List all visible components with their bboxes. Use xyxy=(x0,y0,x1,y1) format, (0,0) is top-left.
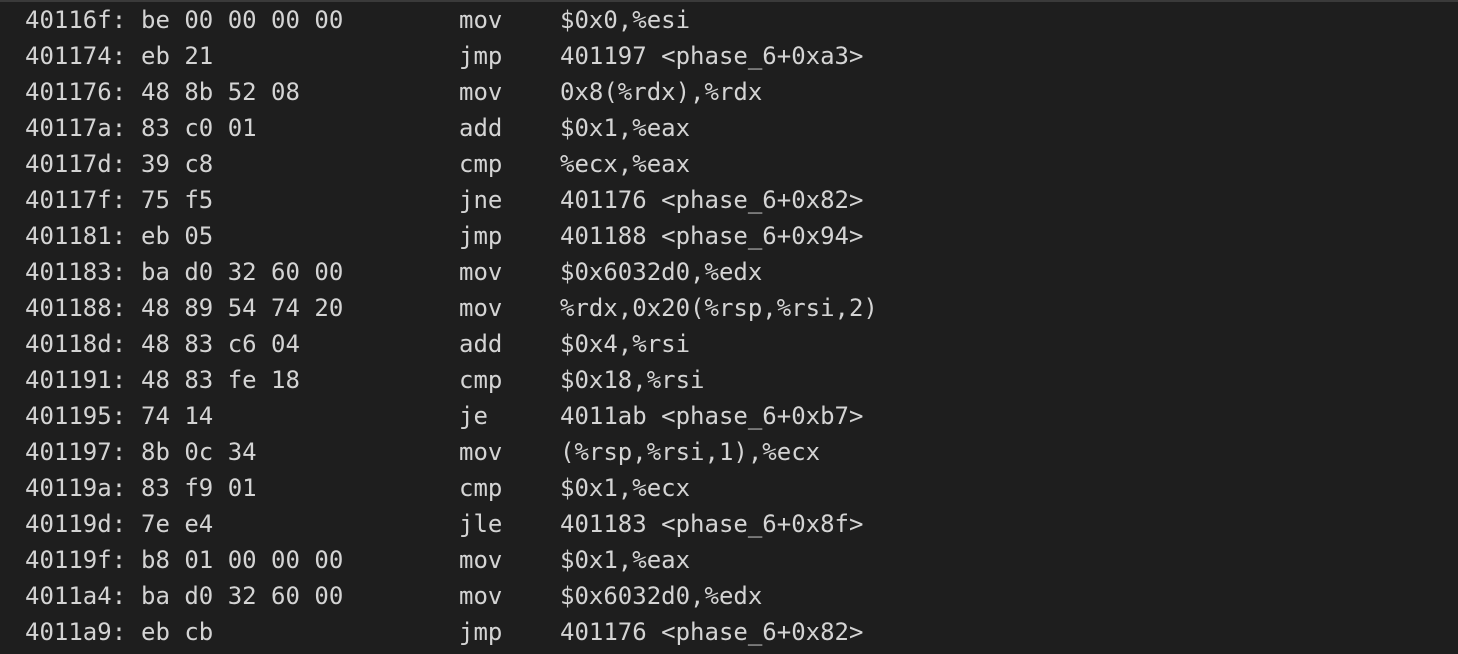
address-text: 401188: xyxy=(25,294,127,322)
operands-text: %rdx,0x20(%rsp,%rsi,2) xyxy=(560,294,878,322)
mnemonic-text: mov xyxy=(459,258,503,286)
address-text: 40117d: xyxy=(25,150,127,178)
mnemonic-text: jmp xyxy=(459,222,503,250)
address-text: 401176: xyxy=(25,78,127,106)
operands-text: $0x6032d0,%edx xyxy=(560,582,763,610)
address-text: 401181: xyxy=(25,222,127,250)
opcode-bytes-text: 48 8b 52 08 xyxy=(141,78,300,106)
disassembly-row[interactable]: 401183: ba d0 32 60 00 mov $0x6032d0,%edx xyxy=(0,254,1458,290)
disassembly-row[interactable]: 40117a: 83 c0 01 add $0x1,%eax xyxy=(0,110,1458,146)
disassembly-row[interactable]: 401188: 48 89 54 74 20 mov %rdx,0x20(%rsp,%… xyxy=(0,290,1458,326)
disassembly-row[interactable]: 40119a: 83 f9 01 cmp $0x1,%ecx xyxy=(0,470,1458,506)
operands-text: %ecx,%eax xyxy=(560,150,691,178)
disassembly-listing[interactable]: 40116f: be 00 00 00 00 mov $0x0,%esi 401174:… xyxy=(0,2,1458,650)
mnemonic-text: cmp xyxy=(459,474,503,502)
opcode-bytes-text: 7e e4 xyxy=(141,510,214,538)
address-text: 401174: xyxy=(25,42,127,70)
operands-text: 401188 <phase_6+0x94> xyxy=(560,222,864,250)
mnemonic-text: mov xyxy=(459,546,503,574)
operands-text: 4011ab <phase_6+0xb7> xyxy=(560,402,864,430)
operands-text: $0x18,%rsi xyxy=(560,366,705,394)
disassembly-row[interactable]: 401191: 48 83 fe 18 cmp $0x18,%rsi xyxy=(0,362,1458,398)
address-text: 401195: xyxy=(25,402,127,430)
opcode-bytes-text: 39 c8 xyxy=(141,150,214,178)
mnemonic-text: mov xyxy=(459,6,503,34)
operands-text: 401197 <phase_6+0xa3> xyxy=(560,42,864,70)
opcode-bytes-text: ba d0 32 60 00 xyxy=(141,582,344,610)
operands-text: (%rsp,%rsi,1),%ecx xyxy=(560,438,821,466)
opcode-bytes-text: 8b 0c 34 xyxy=(141,438,257,466)
disassembly-row[interactable]: 401176: 48 8b 52 08 mov 0x8(%rdx),%rdx xyxy=(0,74,1458,110)
address-text: 40117a: xyxy=(25,114,127,142)
disassembly-row[interactable]: 401195: 74 14 je 4011ab <phase_6+0xb7> xyxy=(0,398,1458,434)
address-text: 401197: xyxy=(25,438,127,466)
mnemonic-text: mov xyxy=(459,78,503,106)
opcode-bytes-text: 75 f5 xyxy=(141,186,214,214)
mnemonic-text: je xyxy=(459,402,488,430)
disassembly-row[interactable]: 401174: eb 21 jmp 401197 <phase_6+0xa3> xyxy=(0,38,1458,74)
operands-text: 0x8(%rdx),%rdx xyxy=(560,78,763,106)
address-text: 40116f: xyxy=(25,6,127,34)
mnemonic-text: cmp xyxy=(459,366,503,394)
opcode-bytes-text: 83 f9 01 xyxy=(141,474,257,502)
address-text: 40119d: xyxy=(25,510,127,538)
mnemonic-text: jne xyxy=(459,186,503,214)
mnemonic-text: add xyxy=(459,330,503,358)
opcode-bytes-text: 48 83 fe 18 xyxy=(141,366,300,394)
operands-text: 401183 <phase_6+0x8f> xyxy=(560,510,864,538)
operands-text: $0x0,%esi xyxy=(560,6,691,34)
operands-text: 401176 <phase_6+0x82> xyxy=(560,618,864,646)
address-text: 40119f: xyxy=(25,546,127,574)
opcode-bytes-text: b8 01 00 00 00 xyxy=(141,546,344,574)
address-text: 40119a: xyxy=(25,474,127,502)
opcode-bytes-text: 48 83 c6 04 xyxy=(141,330,300,358)
disassembly-row[interactable]: 40118d: 48 83 c6 04 add $0x4,%rsi xyxy=(0,326,1458,362)
mnemonic-text: mov xyxy=(459,438,503,466)
disassembly-row[interactable]: 401197: 8b 0c 34 mov (%rsp,%rsi,1),%ecx xyxy=(0,434,1458,470)
operands-text: 401176 <phase_6+0x82> xyxy=(560,186,864,214)
mnemonic-text: mov xyxy=(459,582,503,610)
disassembly-row[interactable]: 40117f: 75 f5 jne 401176 <phase_6+0x82> xyxy=(0,182,1458,218)
operands-text: $0x4,%rsi xyxy=(560,330,691,358)
address-text: 401191: xyxy=(25,366,127,394)
address-text: 40117f: xyxy=(25,186,127,214)
disassembly-row[interactable]: 4011a4: ba d0 32 60 00 mov $0x6032d0,%edx xyxy=(0,578,1458,614)
address-text: 4011a4: xyxy=(25,582,127,610)
mnemonic-text: jmp xyxy=(459,42,503,70)
mnemonic-text: cmp xyxy=(459,150,503,178)
disassembly-row[interactable]: 4011a9: eb cb jmp 401176 <phase_6+0x82> xyxy=(0,614,1458,650)
address-text: 40118d: xyxy=(25,330,127,358)
disassembly-row[interactable]: 40119d: 7e e4 jle 401183 <phase_6+0x8f> xyxy=(0,506,1458,542)
disassembly-row[interactable]: 40116f: be 00 00 00 00 mov $0x0,%esi xyxy=(0,2,1458,38)
operands-text: $0x1,%ecx xyxy=(560,474,691,502)
operands-text: $0x6032d0,%edx xyxy=(560,258,763,286)
address-text: 401183: xyxy=(25,258,127,286)
opcode-bytes-text: eb 21 xyxy=(141,42,214,70)
opcode-bytes-text: eb 05 xyxy=(141,222,214,250)
operands-text: $0x1,%eax xyxy=(560,114,691,142)
address-text: 4011a9: xyxy=(25,618,127,646)
mnemonic-text: jle xyxy=(459,510,503,538)
opcode-bytes-text: 74 14 xyxy=(141,402,214,430)
opcode-bytes-text: ba d0 32 60 00 xyxy=(141,258,344,286)
disassembly-row[interactable]: 401181: eb 05 jmp 401188 <phase_6+0x94> xyxy=(0,218,1458,254)
mnemonic-text: add xyxy=(459,114,503,142)
opcode-bytes-text: 48 89 54 74 20 xyxy=(141,294,344,322)
disassembly-row[interactable]: 40117d: 39 c8 cmp %ecx,%eax xyxy=(0,146,1458,182)
operands-text: $0x1,%eax xyxy=(560,546,691,574)
mnemonic-text: mov xyxy=(459,294,503,322)
opcode-bytes-text: 83 c0 01 xyxy=(141,114,257,142)
opcode-bytes-text: be 00 00 00 00 xyxy=(141,6,344,34)
disassembly-row[interactable]: 40119f: b8 01 00 00 00 mov $0x1,%eax xyxy=(0,542,1458,578)
opcode-bytes-text: eb cb xyxy=(141,618,214,646)
mnemonic-text: jmp xyxy=(459,618,503,646)
